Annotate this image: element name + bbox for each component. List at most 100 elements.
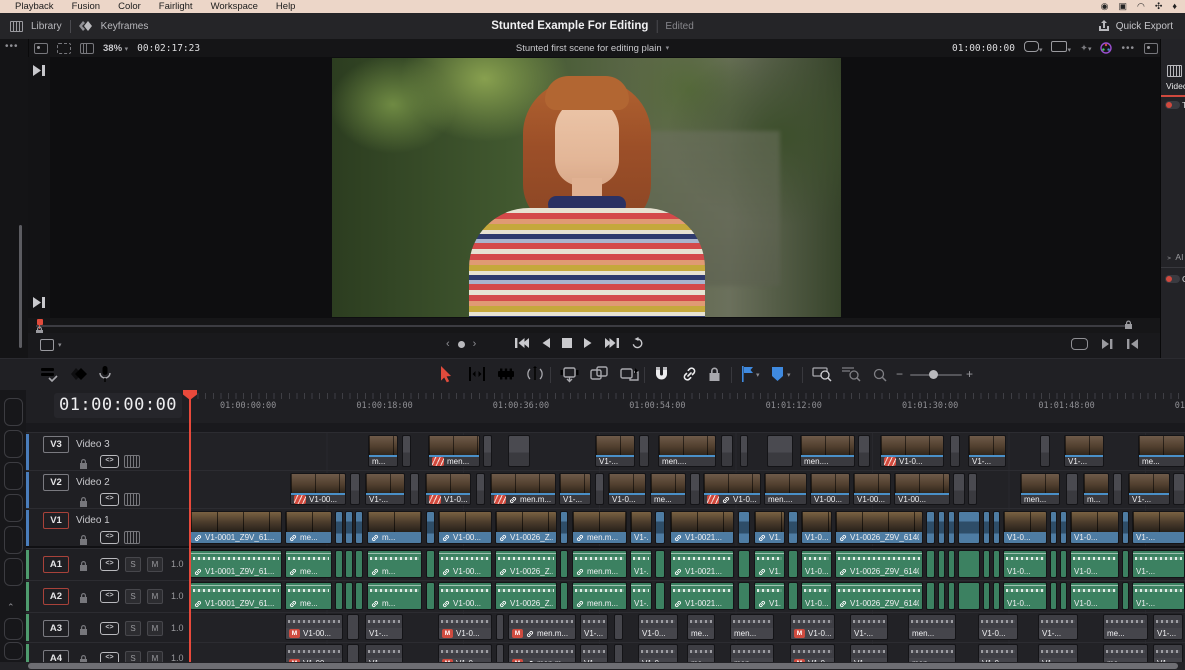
timeline-clip[interactable] <box>958 511 980 544</box>
timeline-options-icon[interactable] <box>40 366 58 382</box>
timeline-clip[interactable]: V1-0... <box>1003 550 1047 578</box>
track-lock-icon[interactable] <box>79 496 88 507</box>
track-auto-select[interactable]: <> <box>100 590 119 603</box>
color-wheel-icon[interactable] <box>1100 42 1112 54</box>
track-badge-a1[interactable]: A1 <box>43 556 69 573</box>
timeline-clip[interactable]: me... <box>285 582 332 610</box>
timeline-clip[interactable] <box>345 550 353 578</box>
timeline-clip[interactable] <box>508 435 530 467</box>
timeline-clip[interactable] <box>560 511 568 544</box>
timeline-clip[interactable] <box>347 644 359 663</box>
timeline-clip[interactable] <box>1113 473 1122 505</box>
timeline-clip[interactable]: me... <box>285 550 332 578</box>
zoom-out-button[interactable]: − <box>896 367 903 381</box>
timeline-clip[interactable]: me... <box>650 473 686 505</box>
timeline-clip[interactable]: MV1-0... <box>438 644 492 663</box>
track-volume-value[interactable]: 1.0 <box>171 623 184 633</box>
track-name[interactable]: Video 1 <box>76 515 110 526</box>
menu-workspace[interactable]: Workspace <box>211 1 258 12</box>
timeline-clip[interactable]: V1-0... <box>978 644 1018 663</box>
next-marker-top-icon[interactable] <box>33 65 46 76</box>
timeline-clip[interactable]: men.... <box>764 473 807 505</box>
keyframes-button[interactable]: Keyframes <box>101 21 149 32</box>
marker-chevron[interactable]: ▾ <box>787 371 791 379</box>
timeline-clip[interactable] <box>983 550 990 578</box>
sync-badge-icon[interactable]: ✣ <box>1155 0 1163 13</box>
timeline-clip[interactable]: me... <box>687 614 715 640</box>
timeline-clip[interactable]: m... <box>367 550 422 578</box>
timeline-clip[interactable]: V1-... <box>1064 435 1104 467</box>
next-keyframe-icon[interactable]: › <box>473 338 477 350</box>
timeline-clip[interactable] <box>740 435 748 467</box>
timeline-clip[interactable]: V1-0... <box>425 473 471 505</box>
filmstrip-view-icon[interactable] <box>80 43 94 54</box>
transform-toggle[interactable] <box>1165 101 1180 109</box>
menu-fusion[interactable]: Fusion <box>72 1 101 12</box>
track-lock-icon[interactable] <box>79 534 88 545</box>
timeline-clip[interactable]: V1-0001_Z9V_61... <box>190 511 282 544</box>
timeline-clip[interactable]: V1-00... <box>894 473 950 505</box>
track-filmstrip-icon[interactable] <box>124 455 140 468</box>
timeline-clip[interactable] <box>335 550 343 578</box>
timeline-clip[interactable]: V1-... <box>850 614 888 640</box>
timeline-clip[interactable]: V1-0... <box>1070 582 1119 610</box>
timeline-clip[interactable]: V1-0... <box>1003 582 1047 610</box>
display-icon[interactable]: ▣ <box>1118 0 1127 13</box>
track-badge-v1[interactable]: V1 <box>43 512 69 529</box>
crop-view-icon[interactable] <box>57 43 71 54</box>
timeline-clip[interactable]: men.m... <box>490 473 556 505</box>
voiceover-icon[interactable] <box>98 366 112 383</box>
track-lock-icon[interactable] <box>79 624 88 635</box>
track-volume-value[interactable]: 1.0 <box>171 591 184 601</box>
timeline-clip[interactable]: Mmen.m... <box>508 644 576 663</box>
quick-export-button[interactable]: Quick Export <box>1116 21 1173 32</box>
timeline-clip[interactable] <box>993 511 1000 544</box>
track-mute-button[interactable]: M <box>147 621 163 636</box>
linked-selection-toggle[interactable] <box>681 366 698 382</box>
timeline-clip[interactable]: V1-... <box>1132 550 1185 578</box>
timeline-clip[interactable]: men... <box>730 644 774 663</box>
dynamic-trim-tool[interactable] <box>526 366 544 382</box>
selection-tool[interactable] <box>440 366 454 383</box>
menu-fairlight[interactable]: Fairlight <box>159 1 193 12</box>
timeline-clip[interactable]: V1-... <box>630 550 652 578</box>
timeline-clip[interactable]: m... <box>367 582 422 610</box>
track-filmstrip-icon[interactable] <box>124 493 140 506</box>
timeline-clip[interactable]: V1-... <box>1128 473 1170 505</box>
viewer-zoom-select[interactable]: 38% ▾ <box>103 43 128 54</box>
timeline-clip[interactable]: V1-0026_Z9V_6140... <box>835 550 923 578</box>
timeline-clip[interactable] <box>938 511 945 544</box>
track-auto-select[interactable]: <> <box>100 493 119 506</box>
track-volume-value[interactable]: 1.0 <box>171 559 184 569</box>
track-solo-button[interactable]: S <box>125 557 141 572</box>
cinema-viewer-icon[interactable] <box>1071 338 1088 350</box>
timeline-clip[interactable]: V1-... <box>630 511 652 544</box>
timeline-clip[interactable] <box>948 511 955 544</box>
timeline-clip[interactable]: V1-00... <box>438 582 492 610</box>
track-lock[interactable] <box>79 558 88 576</box>
timeline-clip[interactable]: V1-0... <box>1070 550 1119 578</box>
scrub-track[interactable] <box>36 325 1132 327</box>
step-back-button[interactable] <box>541 337 550 349</box>
timeline-clip[interactable]: V1-... <box>1132 511 1185 544</box>
timeline-clip[interactable] <box>1173 473 1185 505</box>
timeline-clip[interactable] <box>1060 511 1067 544</box>
timeline-clip[interactable] <box>560 550 568 578</box>
enhance-icon[interactable]: ✦▾ <box>1080 43 1091 54</box>
timeline-clip[interactable] <box>948 550 955 578</box>
timeline-clip[interactable]: men.m... <box>572 511 627 544</box>
track-lane-v3[interactable]: m...men...V1-...men....men....V1-0...V1-… <box>190 433 1185 471</box>
acquire-keyframe-icon[interactable] <box>70 366 88 382</box>
timeline-clip[interactable] <box>1066 473 1078 505</box>
timeline-clip[interactable] <box>614 614 623 640</box>
replace-clip-button[interactable] <box>620 366 639 383</box>
timeline-clip[interactable] <box>1122 511 1129 544</box>
timeline-clip[interactable] <box>983 582 990 610</box>
trim-edit-tool[interactable] <box>468 366 486 382</box>
first-frame-icon[interactable] <box>1127 339 1138 349</box>
scrub-playhead-pin[interactable] <box>37 319 43 325</box>
timeline-clip[interactable]: V1-0... <box>703 473 761 505</box>
track-badge-v2[interactable]: V2 <box>43 474 69 491</box>
timeline-clip[interactable]: V1-... <box>1038 644 1078 663</box>
timeline-clip[interactable] <box>968 473 977 505</box>
